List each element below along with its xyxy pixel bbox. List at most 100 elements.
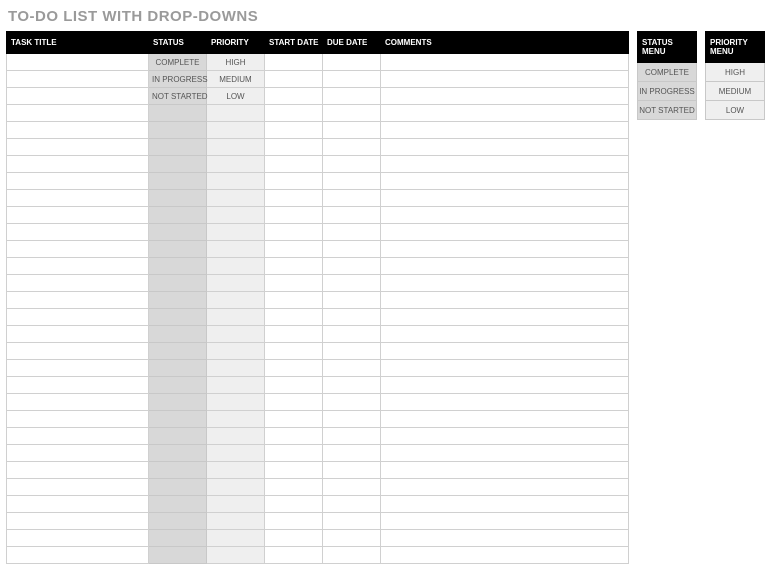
status-cell[interactable] [149, 326, 207, 343]
comments-cell[interactable] [381, 377, 629, 394]
task-cell[interactable] [7, 496, 149, 513]
comments-cell[interactable] [381, 207, 629, 224]
task-cell[interactable] [7, 275, 149, 292]
status-cell[interactable]: NOT STARTED [149, 88, 207, 105]
due-date-cell[interactable] [323, 547, 381, 564]
due-date-cell[interactable] [323, 241, 381, 258]
priority-cell[interactable] [207, 360, 265, 377]
priority-cell[interactable]: HIGH [207, 54, 265, 71]
due-date-cell[interactable] [323, 394, 381, 411]
start-date-cell[interactable] [265, 326, 323, 343]
start-date-cell[interactable] [265, 88, 323, 105]
priority-cell[interactable] [207, 275, 265, 292]
status-cell[interactable] [149, 292, 207, 309]
comments-cell[interactable] [381, 190, 629, 207]
task-cell[interactable] [7, 71, 149, 88]
task-cell[interactable] [7, 479, 149, 496]
comments-cell[interactable] [381, 173, 629, 190]
status-cell[interactable] [149, 241, 207, 258]
status-cell[interactable] [149, 343, 207, 360]
comments-cell[interactable] [381, 292, 629, 309]
task-cell[interactable] [7, 445, 149, 462]
comments-cell[interactable] [381, 513, 629, 530]
priority-cell[interactable] [207, 241, 265, 258]
status-cell[interactable] [149, 479, 207, 496]
comments-cell[interactable] [381, 496, 629, 513]
start-date-cell[interactable] [265, 241, 323, 258]
status-cell[interactable] [149, 377, 207, 394]
comments-cell[interactable] [381, 224, 629, 241]
priority-cell[interactable] [207, 343, 265, 360]
task-cell[interactable] [7, 88, 149, 105]
status-cell[interactable] [149, 190, 207, 207]
status-cell[interactable] [149, 156, 207, 173]
priority-cell[interactable] [207, 122, 265, 139]
comments-cell[interactable] [381, 139, 629, 156]
priority-cell[interactable] [207, 428, 265, 445]
status-cell[interactable] [149, 394, 207, 411]
priority-cell[interactable] [207, 462, 265, 479]
task-cell[interactable] [7, 326, 149, 343]
priority-cell[interactable] [207, 156, 265, 173]
status-cell[interactable] [149, 530, 207, 547]
due-date-cell[interactable] [323, 411, 381, 428]
due-date-cell[interactable] [323, 479, 381, 496]
priority-menu-option[interactable]: HIGH [706, 63, 765, 82]
start-date-cell[interactable] [265, 190, 323, 207]
comments-cell[interactable] [381, 105, 629, 122]
due-date-cell[interactable] [323, 428, 381, 445]
start-date-cell[interactable] [265, 428, 323, 445]
due-date-cell[interactable] [323, 139, 381, 156]
priority-cell[interactable] [207, 139, 265, 156]
task-cell[interactable] [7, 224, 149, 241]
start-date-cell[interactable] [265, 309, 323, 326]
status-cell[interactable] [149, 122, 207, 139]
due-date-cell[interactable] [323, 360, 381, 377]
start-date-cell[interactable] [265, 224, 323, 241]
comments-cell[interactable] [381, 360, 629, 377]
task-cell[interactable] [7, 241, 149, 258]
due-date-cell[interactable] [323, 326, 381, 343]
start-date-cell[interactable] [265, 445, 323, 462]
status-cell[interactable] [149, 207, 207, 224]
due-date-cell[interactable] [323, 445, 381, 462]
priority-cell[interactable] [207, 513, 265, 530]
start-date-cell[interactable] [265, 173, 323, 190]
start-date-cell[interactable] [265, 513, 323, 530]
priority-cell[interactable] [207, 105, 265, 122]
task-cell[interactable] [7, 207, 149, 224]
start-date-cell[interactable] [265, 462, 323, 479]
priority-cell[interactable] [207, 496, 265, 513]
priority-cell[interactable] [207, 258, 265, 275]
start-date-cell[interactable] [265, 360, 323, 377]
start-date-cell[interactable] [265, 547, 323, 564]
status-cell[interactable]: IN PROGRESS [149, 71, 207, 88]
start-date-cell[interactable] [265, 139, 323, 156]
priority-cell[interactable] [207, 394, 265, 411]
priority-cell[interactable] [207, 445, 265, 462]
priority-cell[interactable] [207, 411, 265, 428]
start-date-cell[interactable] [265, 207, 323, 224]
status-cell[interactable] [149, 411, 207, 428]
priority-cell[interactable] [207, 292, 265, 309]
start-date-cell[interactable] [265, 122, 323, 139]
due-date-cell[interactable] [323, 156, 381, 173]
due-date-cell[interactable] [323, 88, 381, 105]
status-cell[interactable] [149, 462, 207, 479]
task-cell[interactable] [7, 156, 149, 173]
start-date-cell[interactable] [265, 292, 323, 309]
due-date-cell[interactable] [323, 309, 381, 326]
task-cell[interactable] [7, 547, 149, 564]
status-cell[interactable] [149, 547, 207, 564]
due-date-cell[interactable] [323, 54, 381, 71]
start-date-cell[interactable] [265, 530, 323, 547]
comments-cell[interactable] [381, 122, 629, 139]
comments-cell[interactable] [381, 428, 629, 445]
task-cell[interactable] [7, 54, 149, 71]
due-date-cell[interactable] [323, 292, 381, 309]
priority-cell[interactable] [207, 326, 265, 343]
task-cell[interactable] [7, 122, 149, 139]
status-cell[interactable] [149, 139, 207, 156]
due-date-cell[interactable] [323, 224, 381, 241]
priority-cell[interactable] [207, 377, 265, 394]
